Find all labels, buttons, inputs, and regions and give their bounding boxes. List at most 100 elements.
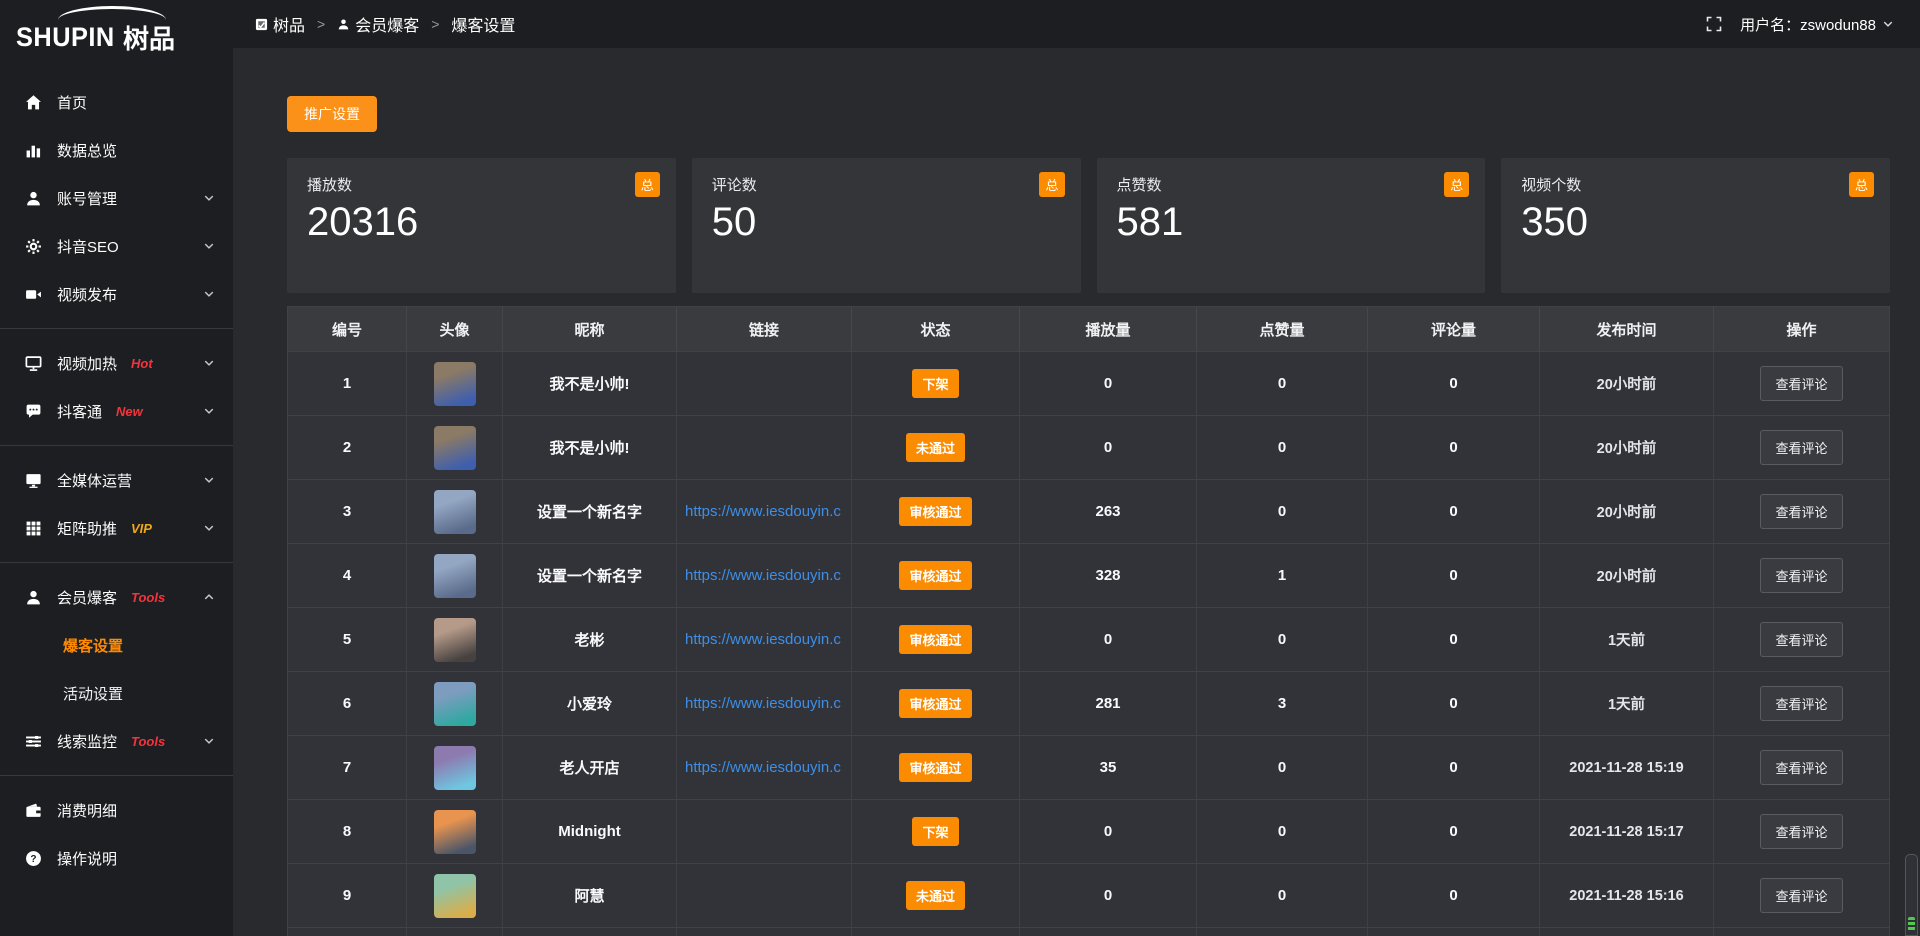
breadcrumb-item-home[interactable]: 树品 bbox=[255, 12, 305, 36]
stat-label: 视频个数 bbox=[1521, 174, 1870, 195]
promotion-settings-button[interactable]: 推广设置 bbox=[287, 96, 377, 132]
breadcrumb-item-section[interactable]: 会员爆客 bbox=[337, 12, 419, 36]
sidebar-item-operation-guide[interactable]: ?操作说明 bbox=[0, 834, 233, 882]
grid-icon bbox=[24, 519, 42, 537]
cell-status: 审核通过 bbox=[852, 672, 1020, 735]
table-row: 8Midnight下架0002021-11-28 15:17查看评论 bbox=[288, 799, 1889, 863]
chevron-down-icon bbox=[203, 522, 215, 534]
cell-nickname: 设置一个新名字 bbox=[503, 480, 677, 543]
sidebar-item-douyin-seo[interactable]: 抖音SEO bbox=[0, 222, 233, 270]
sidebar-item-home[interactable]: 首页 bbox=[0, 78, 233, 126]
table-body: 1我不是小帅!下架00020小时前查看评论2我不是小帅!未通过00020小时前查… bbox=[288, 351, 1889, 936]
breadcrumb-label: 爆客设置 bbox=[451, 12, 515, 36]
cell-publish-time: 20小时前 bbox=[1540, 416, 1714, 479]
breadcrumb-label: 树品 bbox=[273, 12, 305, 36]
stat-value: 581 bbox=[1117, 199, 1466, 245]
sidebar-item-label: 会员爆客 bbox=[57, 587, 117, 608]
user-menu[interactable]: 用户名：zswodun88 bbox=[1740, 14, 1894, 35]
breadcrumb: 树品 > 会员爆客 > 爆客设置 bbox=[255, 12, 515, 36]
sidebar-item-video-publish[interactable]: 视频发布 bbox=[0, 270, 233, 318]
logo: SHUPIN 树品 bbox=[0, 0, 233, 64]
cell-publish-time: 20小时前 bbox=[1540, 480, 1714, 543]
view-comments-button[interactable]: 查看评论 bbox=[1760, 366, 1842, 401]
avatar bbox=[434, 426, 476, 470]
cell-publish-time: 20小时前 bbox=[1540, 352, 1714, 415]
video-link[interactable]: https://www.iesdouyin.c bbox=[685, 759, 841, 776]
cell-link: https://www.iesdouyin.c bbox=[677, 480, 852, 543]
cell-nickname: 老彬 bbox=[503, 608, 677, 671]
avatar bbox=[434, 874, 476, 918]
view-comments-button[interactable]: 查看评论 bbox=[1760, 494, 1842, 529]
cell-avatar bbox=[407, 864, 503, 927]
cell-status: 审核通过 bbox=[852, 544, 1020, 607]
wallet-icon bbox=[24, 801, 42, 819]
view-comments-button[interactable]: 查看评论 bbox=[1760, 430, 1842, 465]
status-badge: 未通过 bbox=[906, 881, 965, 910]
logo-text-cn: 树品 bbox=[123, 19, 175, 56]
sidebar-item-video-heating[interactable]: 视频加热Hot bbox=[0, 339, 233, 387]
total-badge: 总 bbox=[1039, 172, 1064, 197]
sidebar-item-matrix-boost[interactable]: 矩阵助推VIP bbox=[0, 504, 233, 552]
sidebar-item-clue-monitor[interactable]: 线索监控Tools bbox=[0, 717, 233, 765]
cell-action: 查看评论 bbox=[1714, 544, 1889, 607]
content: 推广设置 播放数20316总评论数50总点赞数581总视频个数350总 编号头像… bbox=[233, 48, 1920, 936]
sidebar-item-badge: VIP bbox=[131, 521, 152, 536]
view-comments-button[interactable]: 查看评论 bbox=[1760, 558, 1842, 593]
nickname: 设置一个新名字 bbox=[537, 565, 642, 586]
view-comments-button[interactable]: 查看评论 bbox=[1760, 686, 1842, 721]
stat-label: 播放数 bbox=[307, 174, 656, 195]
stat-card-0: 播放数20316总 bbox=[287, 158, 676, 293]
app-window: SHUPIN 树品 首页数据总览账号管理抖音SEO视频发布视频加热Hot抖客通N… bbox=[0, 0, 1920, 936]
sidebar-subitem-baoke-settings[interactable]: 爆客设置 bbox=[0, 621, 233, 669]
user-icon bbox=[24, 588, 42, 606]
sidebar-item-member-baoke[interactable]: 会员爆客Tools bbox=[0, 573, 233, 621]
video-link[interactable]: https://www.iesdouyin.c bbox=[685, 503, 841, 520]
video-link[interactable]: https://www.iesdouyin.c bbox=[685, 695, 841, 712]
video-link[interactable]: https://www.iesdouyin.c bbox=[685, 631, 841, 648]
view-comments-button[interactable]: 查看评论 bbox=[1760, 750, 1842, 785]
sidebar-item-media-operation[interactable]: 全媒体运营 bbox=[0, 456, 233, 504]
cell-id: 5 bbox=[288, 608, 407, 671]
chevron-down-icon bbox=[203, 357, 215, 369]
cell-plays: 281 bbox=[1020, 672, 1197, 735]
question-icon: ? bbox=[24, 849, 42, 867]
view-comments-button[interactable]: 查看评论 bbox=[1760, 622, 1842, 657]
sidebar-item-label: 抖客通 bbox=[57, 401, 102, 422]
cell-link bbox=[677, 352, 852, 415]
column-header: 头像 bbox=[407, 307, 503, 351]
menu-divider bbox=[0, 562, 233, 563]
sidebar-item-consumption-detail[interactable]: 消费明细 bbox=[0, 786, 233, 834]
username: 用户名：zswodun88 bbox=[1740, 14, 1876, 35]
avatar bbox=[434, 746, 476, 790]
cell-action: 查看评论 bbox=[1714, 800, 1889, 863]
sidebar-item-douketong[interactable]: 抖客通New bbox=[0, 387, 233, 435]
table-row: 1我不是小帅!下架00020小时前查看评论 bbox=[288, 351, 1889, 415]
page-scrollbar[interactable] bbox=[1905, 854, 1918, 936]
view-comments-button[interactable]: 查看评论 bbox=[1760, 878, 1842, 913]
stat-card-3: 视频个数350总 bbox=[1501, 158, 1890, 293]
sidebar-item-label: 消费明细 bbox=[57, 800, 117, 821]
breadcrumb-separator: > bbox=[431, 16, 439, 32]
topbar: 树品 > 会员爆客 > 爆客设置 用户名：zswodun88 bbox=[233, 0, 1920, 48]
status-badge: 未通过 bbox=[906, 433, 965, 462]
sidebar-item-badge: Tools bbox=[131, 734, 165, 749]
cell-status: 下架 bbox=[852, 352, 1020, 415]
column-header: 链接 bbox=[677, 307, 852, 351]
cell-action: 查看评论 bbox=[1714, 608, 1889, 671]
nickname: 设置一个新名字 bbox=[537, 501, 642, 522]
cell-avatar bbox=[407, 608, 503, 671]
sidebar: SHUPIN 树品 首页数据总览账号管理抖音SEO视频发布视频加热Hot抖客通N… bbox=[0, 0, 233, 936]
column-header: 播放量 bbox=[1020, 307, 1197, 351]
topbar-right: 用户名：zswodun88 bbox=[1706, 14, 1894, 35]
sidebar-item-account-management[interactable]: 账号管理 bbox=[0, 174, 233, 222]
sidebar-subitem-activity-settings[interactable]: 活动设置 bbox=[0, 669, 233, 717]
view-comments-button[interactable]: 查看评论 bbox=[1760, 814, 1842, 849]
nickname: 老彬 bbox=[574, 629, 604, 650]
fullscreen-icon[interactable] bbox=[1706, 16, 1722, 32]
cell-status: 审核通过 bbox=[852, 608, 1020, 671]
cell-comments: 0 bbox=[1368, 672, 1540, 735]
sidebar-item-data-overview[interactable]: 数据总览 bbox=[0, 126, 233, 174]
video-link[interactable]: https://www.iesdouyin.c bbox=[685, 567, 841, 584]
cell-avatar bbox=[407, 480, 503, 543]
chevron-down-icon bbox=[203, 474, 215, 486]
